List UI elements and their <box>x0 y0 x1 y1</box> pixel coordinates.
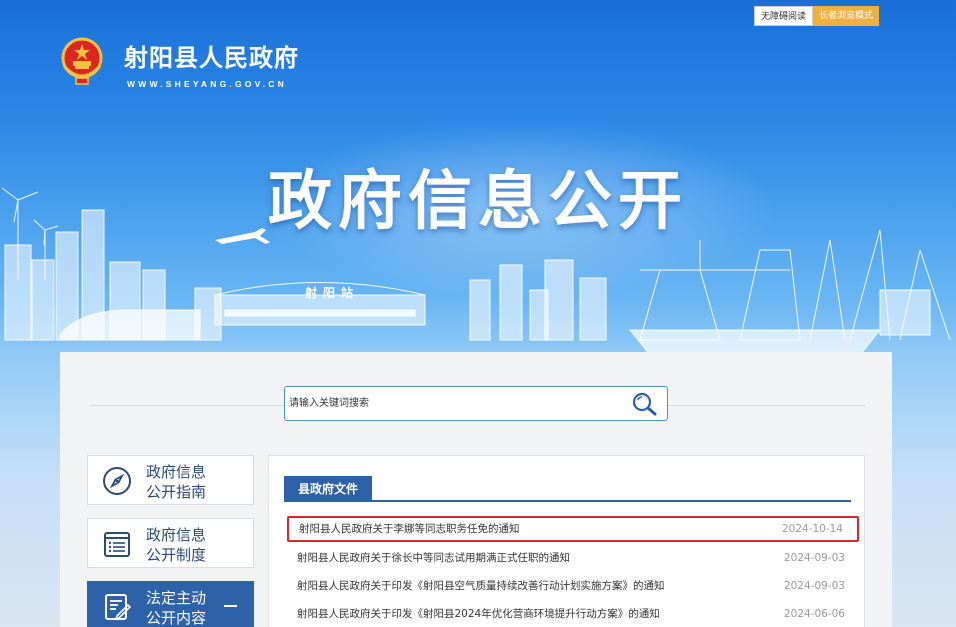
compass-icon <box>103 467 131 495</box>
elder-mode-link[interactable]: 长者浏览模式 <box>813 6 880 26</box>
article-row[interactable]: 射阳县人民政府关于印发《射阳县空气质量持续改善行动计划实施方案》的通知 2024… <box>287 572 859 600</box>
hero-title: 政府信息公开 <box>268 165 688 239</box>
section-header: 县政府文件 <box>284 474 851 502</box>
article-title[interactable]: 射阳县人民政府关于印发《射阳县空气质量持续改善行动计划实施方案》的通知 <box>297 572 665 600</box>
sidebar-item-disclosure-guide[interactable]: 政府信息 公开指南 <box>87 455 254 505</box>
collapse-minus-icon[interactable] <box>224 605 237 607</box>
article-title[interactable]: 射阳县人民政府关于印发《射阳县2024年优化营商环境提升行动方案》的通知 <box>297 600 660 627</box>
sidebar-item-statutory-content[interactable]: 法定主动 公开内容 <box>87 581 254 627</box>
article-list: 射阳县人民政府关于李娜等同志职务任免的通知 2024-10-14 射阳县人民政府… <box>287 516 859 627</box>
article-row[interactable]: 射阳县人民政府关于印发《射阳县2024年优化营商环境提升行动方案》的通知 202… <box>287 600 859 627</box>
top-utility-links: 无障碍阅读 长者浏览模式 <box>754 6 880 26</box>
sidebar-item-label: 政府信息 公开制度 <box>146 526 207 564</box>
article-title[interactable]: 射阳县人民政府关于徐长中等同志试用期满正式任职的通知 <box>297 544 570 572</box>
sidebar-item-label: 政府信息 公开指南 <box>146 463 207 501</box>
search-box <box>284 386 668 421</box>
article-date: 2024-06-06 <box>783 608 845 620</box>
search-icon[interactable] <box>631 391 659 417</box>
site-domain: WWW.SHEYANG.GOV.CN <box>127 79 287 89</box>
accessibility-reading-link[interactable]: 无障碍阅读 <box>754 6 814 26</box>
content-panel: 县政府文件 射阳县人民政府关于李娜等同志职务任免的通知 2024-10-14 射… <box>268 455 865 627</box>
article-title[interactable]: 射阳县人民政府关于李娜等同志职务任免的通知 <box>299 518 520 540</box>
article-date: 2024-09-03 <box>783 580 845 592</box>
site-title[interactable]: 射阳县人民政府 <box>124 38 299 73</box>
article-row-highlighted[interactable]: 射阳县人民政府关于李娜等同志职务任免的通知 2024-10-14 <box>287 516 859 542</box>
article-date: 2024-10-14 <box>781 523 843 535</box>
search-input[interactable] <box>289 387 619 420</box>
sidebar-item-disclosure-system[interactable]: 政府信息 公开制度 <box>87 518 254 568</box>
station-label: 射阳站 <box>305 286 360 300</box>
article-row[interactable]: 射阳县人民政府关于徐长中等同志试用期满正式任职的通知 2024-09-03 <box>287 544 859 572</box>
document-list-icon <box>104 532 130 557</box>
article-date: 2024-09-03 <box>783 552 845 564</box>
sidebar-item-label: 法定主动 公开内容 <box>146 589 207 627</box>
edit-document-icon <box>105 594 132 621</box>
sidebar-nav: 政府信息 公开指南 政府信息 公开制度 法定主动 公开内容 <box>87 455 254 627</box>
tab-county-government-documents[interactable]: 县政府文件 <box>284 476 373 502</box>
national-emblem-icon[interactable] <box>58 36 106 86</box>
